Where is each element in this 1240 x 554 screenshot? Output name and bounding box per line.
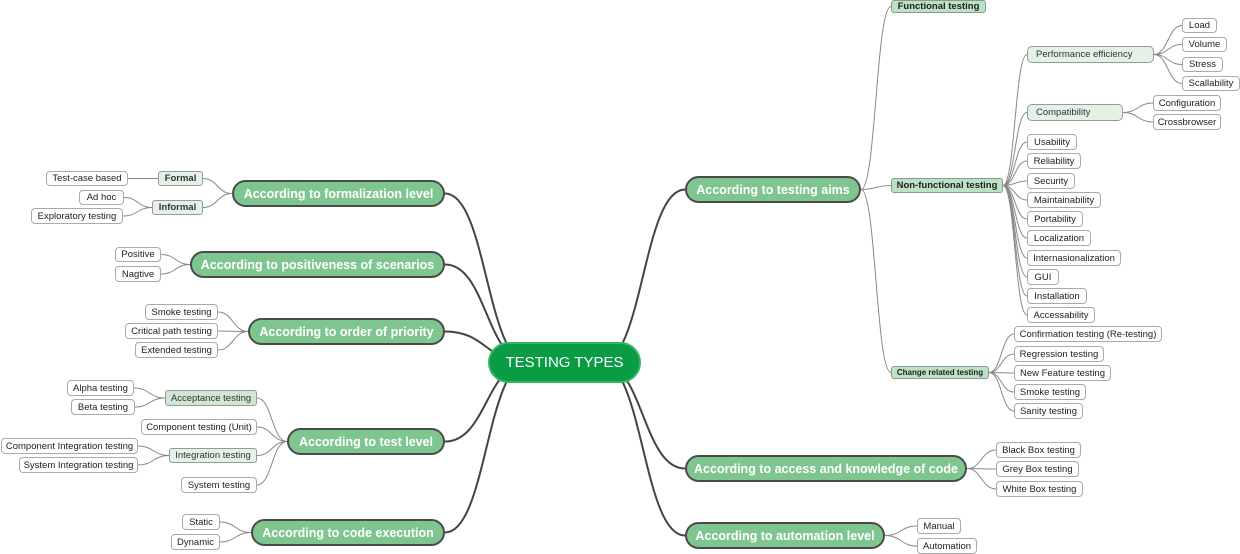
leaf-new-feature-testing[interactable]: New Feature testing [1014,365,1111,381]
leaf-manual[interactable]: Manual [917,518,961,534]
leaf-sanity-testing[interactable]: Sanity testing [1014,403,1083,419]
leaf-load[interactable]: Load [1182,18,1217,33]
leaf-ad-hoc[interactable]: Ad hoc [79,190,124,205]
leaf-volume[interactable]: Volume [1182,37,1227,52]
leaf-installation[interactable]: Installation [1027,288,1087,304]
leaf-system-integration-testing[interactable]: System Integration testing [19,457,138,473]
link-branch-formalization [444,192,529,364]
leaf-positive[interactable]: Positive [115,247,161,262]
leaf-localization[interactable]: Localization [1027,230,1091,246]
branch-priority[interactable]: According to order of priority [248,318,445,345]
component-testing-node[interactable]: Component testing (Unit) [141,419,257,435]
link-leaf-smoke-testing-change [988,372,1015,393]
link-leaf-accessability [1002,185,1028,316]
link-component-testing-node [256,426,288,442]
branch-access-knowledge[interactable]: According to access and knowledge of cod… [685,455,967,482]
link-leaf-ad-hoc [123,197,153,208]
link-leaf-configuration [1122,102,1154,113]
leaf-regression-testing[interactable]: Regression testing [1014,346,1104,362]
link-change-related-testing-node [860,189,892,373]
change-related-testing-node[interactable]: Change related testing [891,366,989,379]
leaf-reliability[interactable]: Reliability [1027,153,1081,169]
leaf-beta-testing[interactable]: Beta testing [71,399,135,415]
link-leaf-manual [884,525,918,536]
leaf-configuration[interactable]: Configuration [1153,95,1221,111]
link-leaf-smoke-testing-priority [217,311,249,332]
informal-node[interactable]: Informal [152,200,203,215]
leaf-exploratory-testing[interactable]: Exploratory testing [31,208,123,224]
leaf-smoke-testing-priority[interactable]: Smoke testing [145,304,218,320]
link-leaf-load [1153,25,1183,55]
leaf-grey-box[interactable]: Grey Box testing [996,461,1079,477]
branch-testing-aims[interactable]: According to testing aims [685,176,861,203]
link-acceptance-testing-node [256,397,288,442]
link-performance-efficiency-node [1002,54,1028,186]
compatibility-node[interactable]: Compatibility [1027,104,1123,121]
branch-formalization[interactable]: According to formalization level [232,180,445,207]
leaf-crossbrowser[interactable]: Crossbrowser [1153,114,1221,130]
leaf-dynamic[interactable]: Dynamic [171,534,220,550]
link-leaf-confirmation-testing [988,333,1015,373]
link-leaf-black-box [966,449,997,469]
leaf-test-case-based[interactable]: Test-case based [46,171,128,186]
functional-testing-node[interactable]: Functional testing [891,0,986,13]
link-leaf-component-integration-testing [137,445,170,456]
system-testing-node[interactable]: System testing [181,477,257,493]
performance-efficiency-node[interactable]: Performance efficiency [1027,46,1154,63]
leaf-maintainability[interactable]: Maintainability [1027,192,1101,208]
link-leaf-dynamic [219,532,252,543]
link-leaf-automation [884,535,918,547]
link-leaf-beta-testing [134,397,166,408]
leaf-stress[interactable]: Stress [1182,57,1223,72]
leaf-usability[interactable]: Usability [1027,134,1077,150]
leaf-portability[interactable]: Portability [1027,211,1083,227]
link-leaf-crossbrowser [1122,112,1154,123]
link-informal-node [202,193,233,208]
link-functional-testing-node [860,6,892,190]
link-leaf-white-box [966,468,997,490]
formal-node[interactable]: Formal [158,171,203,186]
leaf-critical-path-testing[interactable]: Critical path testing [125,323,218,339]
integration-testing-node[interactable]: Integration testing [169,448,257,463]
link-branch-code-execution [444,361,529,534]
leaf-confirmation-testing[interactable]: Confirmation testing (Re-testing) [1014,326,1162,342]
link-leaf-system-integration-testing [137,455,170,466]
branch-test-level[interactable]: According to test level [287,428,445,455]
leaf-scalability[interactable]: Scallability [1182,76,1240,91]
link-leaf-alpha-testing [133,387,166,399]
leaf-component-integration-testing[interactable]: Component Integration testing [1,438,138,454]
link-leaf-static [219,521,252,533]
leaf-white-box[interactable]: White Box testing [996,481,1083,497]
non-functional-testing-node[interactable]: Non-functional testing [891,178,1003,193]
link-branch-testing-aims [600,188,686,364]
leaf-alpha-testing[interactable]: Alpha testing [67,380,134,396]
link-leaf-critical-path-testing [217,330,249,332]
link-leaf-extended-testing [217,331,249,351]
link-formal-node [202,178,233,194]
link-leaf-exploratory-testing [122,207,153,217]
acceptance-testing-node[interactable]: Acceptance testing [165,390,257,406]
link-leaf-positive [160,254,191,265]
leaf-accessability[interactable]: Accessability [1027,307,1095,323]
branch-positiveness[interactable]: According to positiveness of scenarios [190,251,445,278]
leaf-smoke-testing-change[interactable]: Smoke testing [1014,384,1086,400]
link-branch-automation [600,361,686,537]
leaf-security[interactable]: Security [1027,173,1075,189]
link-non-functional-testing-node [860,185,892,190]
leaf-gui[interactable]: GUI [1027,269,1059,285]
leaf-internationalization[interactable]: Internasionalization [1027,250,1121,266]
link-leaf-regression-testing [988,353,1015,373]
branch-code-execution[interactable]: According to code execution [251,519,445,546]
leaf-static[interactable]: Static [182,514,220,530]
link-leaf-negative [160,264,191,275]
link-leaf-scalability [1153,54,1183,84]
leaf-extended-testing[interactable]: Extended testing [135,342,218,358]
branch-automation[interactable]: According to automation level [685,522,885,549]
root-node[interactable]: TESTING TYPES [488,342,641,383]
leaf-negative[interactable]: Nagtive [115,266,161,282]
leaf-black-box[interactable]: Black Box testing [996,442,1081,458]
